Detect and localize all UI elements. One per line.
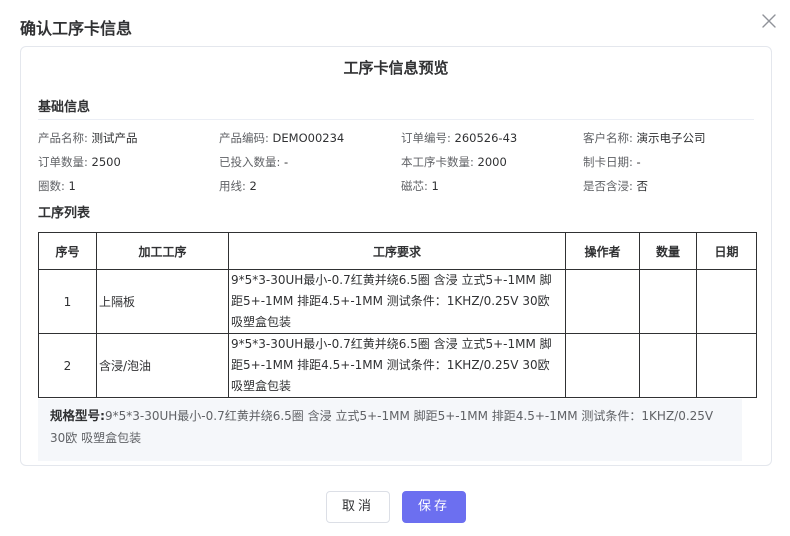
header-quantity: 数量: [639, 232, 697, 270]
field-product-code: 产品编码: DEMO00234: [219, 131, 345, 145]
row-operator: [565, 269, 640, 334]
field-card-date: 制卡日期: -: [583, 155, 641, 169]
row-date: [696, 269, 757, 334]
header-index: 序号: [38, 232, 97, 270]
field-turns: 圈数: 1: [38, 179, 76, 193]
table-header-row: 序号 加工工序 工序要求 操作者 数量 日期: [38, 232, 757, 270]
preview-card: 工序卡信息预览 基础信息 产品名称: 测试产品 产品编码: DEMO00234 …: [20, 46, 772, 466]
save-button[interactable]: 保存: [402, 491, 466, 523]
row-index: 2: [38, 333, 97, 398]
basic-info-grid: 产品名称: 测试产品 产品编码: DEMO00234 订单编号: 260526-…: [38, 129, 754, 195]
basic-info-title: 基础信息: [38, 100, 91, 115]
spec-label: 规格型号:: [50, 408, 105, 423]
row-operator: [565, 333, 640, 398]
field-input-quantity: 已投入数量: -: [219, 155, 289, 169]
row-quantity: [639, 333, 697, 398]
table-row: 1 上隔板 9*5*3-30UH最小-0.7红黄并绕6.5圈 含浸 立式5+-1…: [38, 269, 757, 334]
process-list-title: 工序列表: [38, 206, 91, 221]
row-process: 含浸/泡油: [96, 333, 229, 398]
field-card-quantity: 本工序卡数量: 2000: [401, 155, 507, 169]
row-requirement: 9*5*3-30UH最小-0.7红黄并绕6.5圈 含浸 立式5+-1MM 脚距5…: [228, 333, 566, 398]
header-requirement: 工序要求: [228, 232, 566, 270]
spec-box: 规格型号:9*5*3-30UH最小-0.7红黄并绕6.5圈 含浸 立式5+-1M…: [38, 399, 742, 461]
row-process: 上隔板: [96, 269, 229, 334]
close-icon[interactable]: [760, 12, 778, 30]
field-impregnation: 是否含浸: 否: [583, 179, 649, 193]
row-quantity: [639, 269, 697, 334]
dialog-title: 确认工序卡信息: [20, 19, 133, 38]
row-index: 1: [38, 269, 97, 334]
field-order-quantity: 订单数量: 2500: [38, 155, 121, 169]
field-order-number: 订单编号: 260526-43: [401, 131, 518, 145]
row-date: [696, 333, 757, 398]
field-core: 磁芯: 1: [401, 179, 439, 193]
header-process: 加工工序: [96, 232, 229, 270]
section-divider: [38, 119, 754, 120]
spec-value: 9*5*3-30UH最小-0.7红黄并绕6.5圈 含浸 立式5+-1MM 脚距5…: [50, 409, 714, 445]
process-table: 序号 加工工序 工序要求 操作者 数量 日期 1 上隔板 9*5*3-30UH最…: [38, 232, 757, 398]
table-row: 2 含浸/泡油 9*5*3-30UH最小-0.7红黄并绕6.5圈 含浸 立式5+…: [38, 333, 757, 398]
cancel-button[interactable]: 取消: [326, 491, 390, 523]
field-product-name: 产品名称: 测试产品: [38, 131, 138, 145]
card-title: 工序卡信息预览: [343, 59, 449, 77]
row-requirement: 9*5*3-30UH最小-0.7红黄并绕6.5圈 含浸 立式5+-1MM 脚距5…: [228, 269, 566, 334]
header-date: 日期: [696, 232, 757, 270]
field-customer-name: 客户名称: 演示电子公司: [583, 131, 706, 145]
field-wire: 用线: 2: [219, 179, 257, 193]
header-operator: 操作者: [565, 232, 640, 270]
